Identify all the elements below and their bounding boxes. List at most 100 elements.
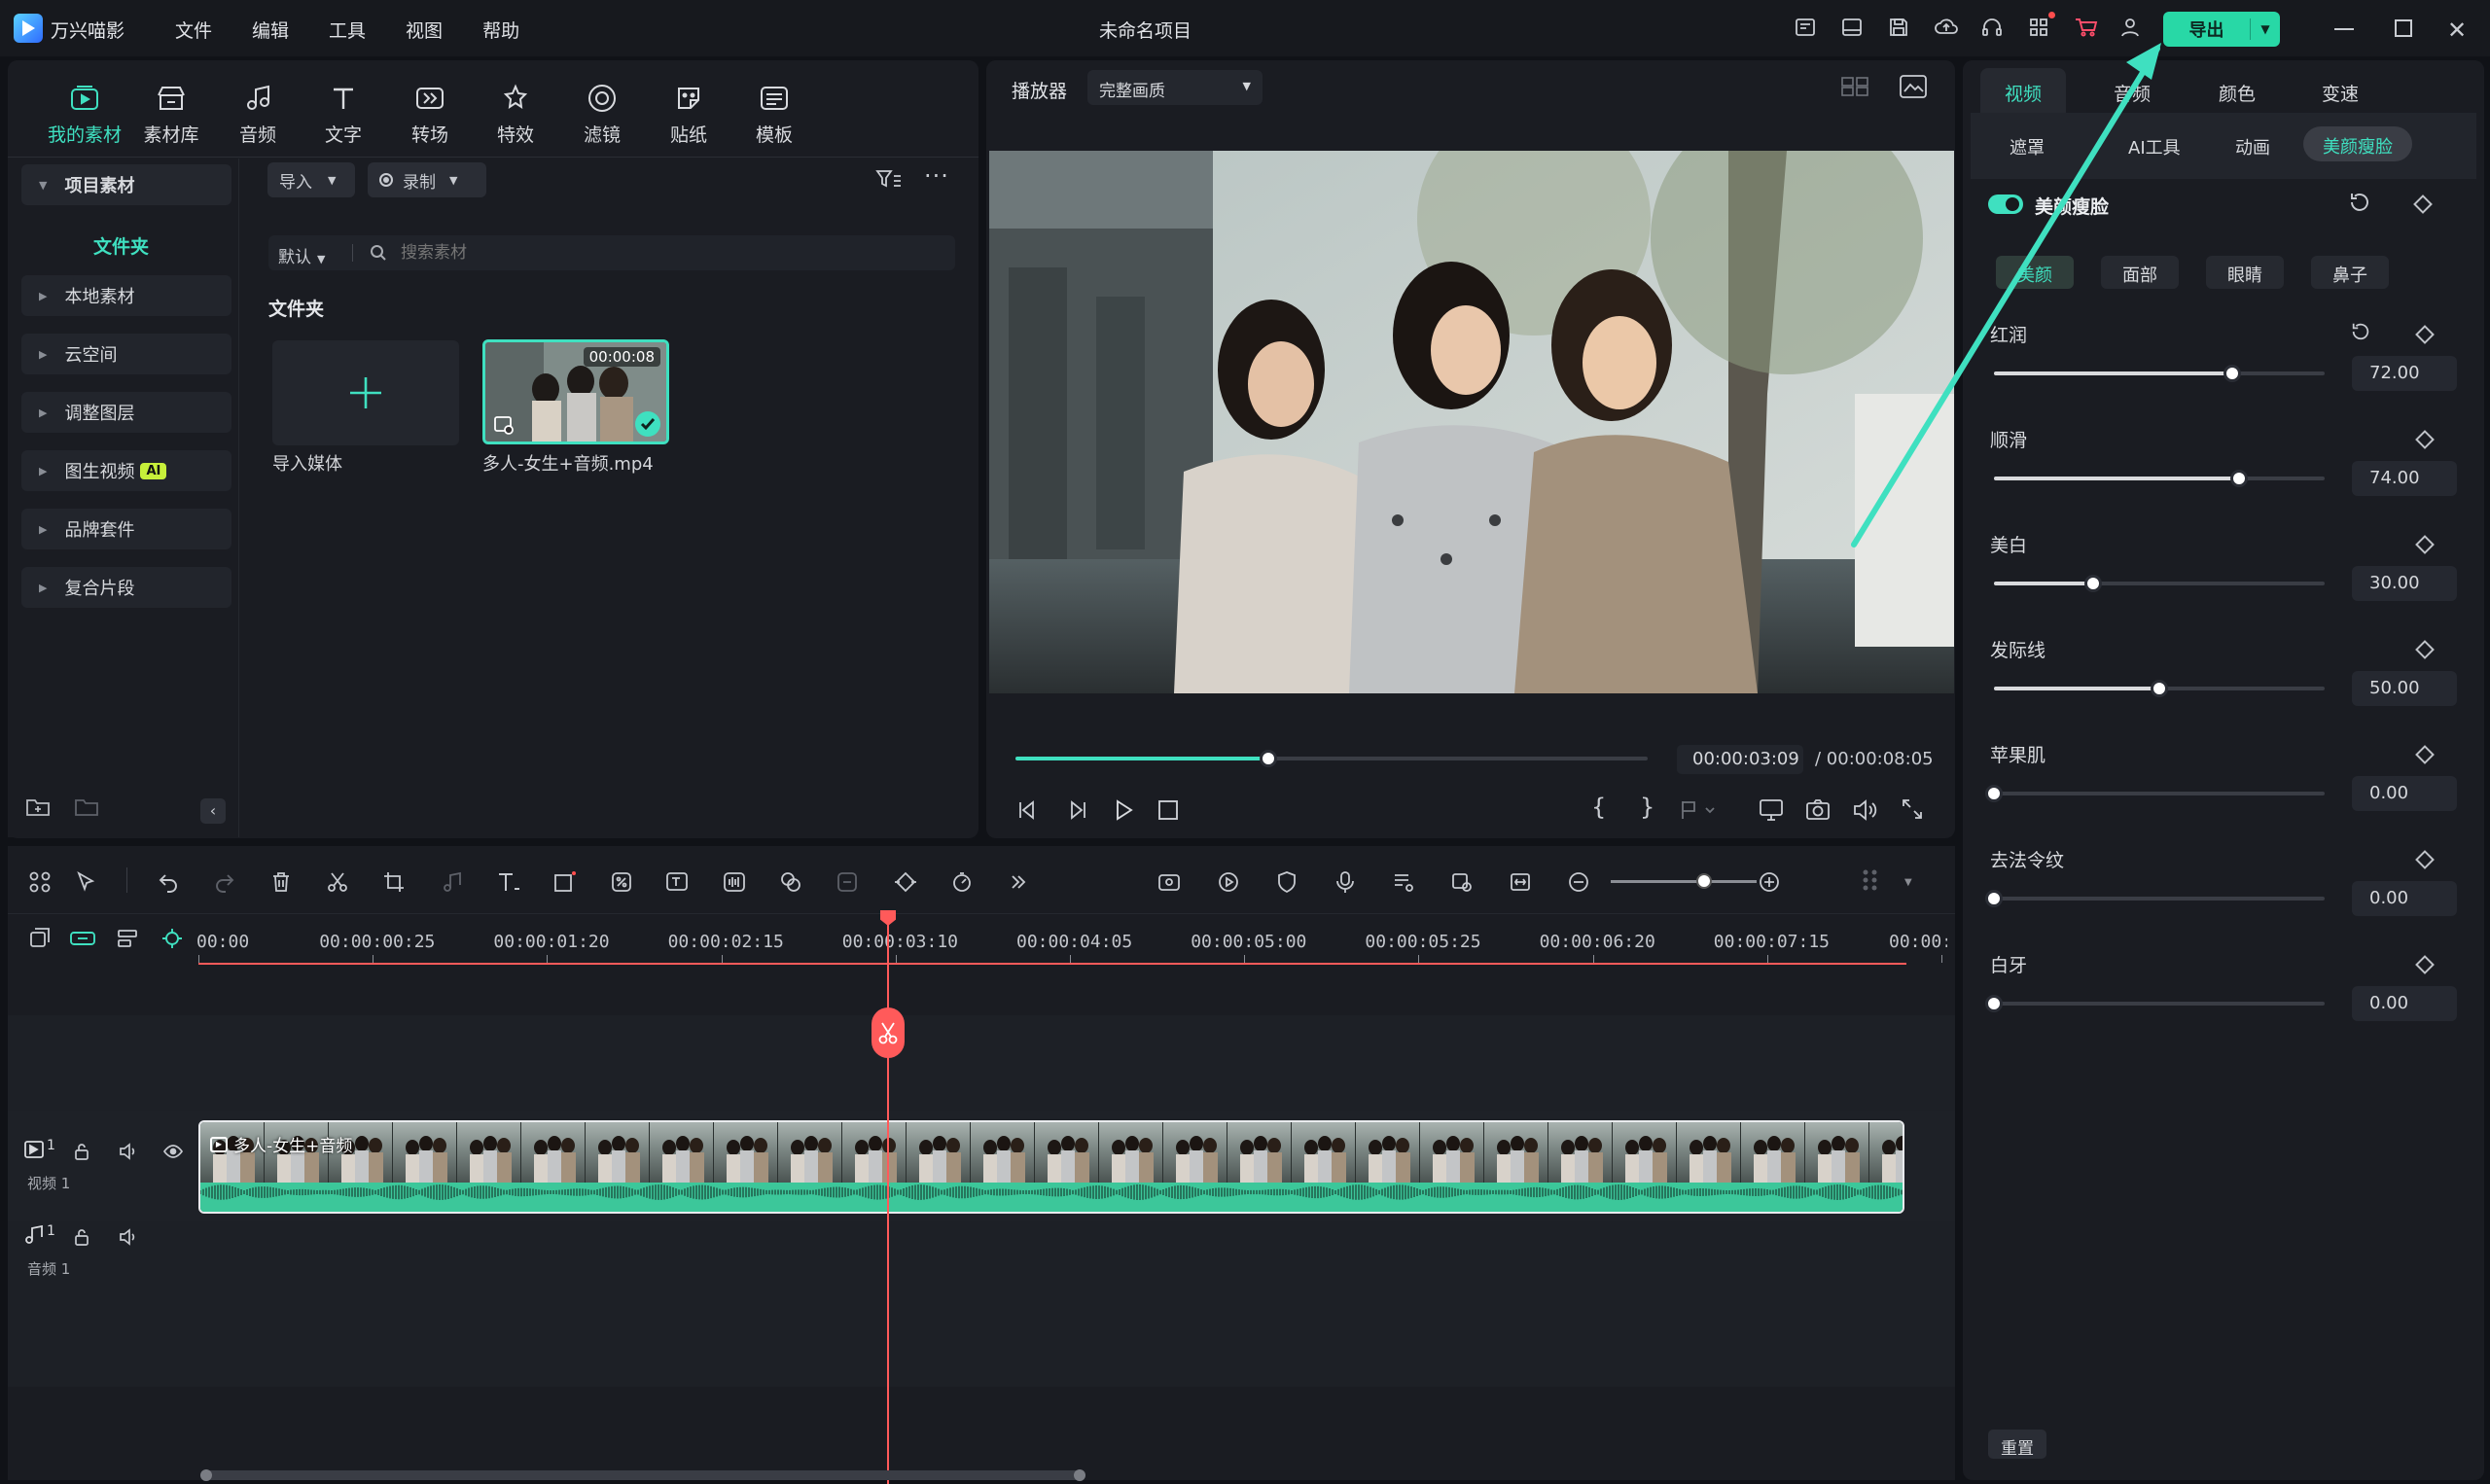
player-progress-handle[interactable] xyxy=(1260,750,1277,767)
param-value-input[interactable]: 0.00 xyxy=(2352,776,2457,811)
speed-icon[interactable] xyxy=(947,867,977,897)
menu-help[interactable]: 帮助 xyxy=(482,17,519,43)
sidebar-item-compound-clip[interactable]: ▶ 复合片段 xyxy=(21,567,231,608)
ai-render-icon[interactable] xyxy=(1156,867,1185,897)
audio-detach-icon[interactable] xyxy=(438,867,467,897)
keyframe-tool-icon[interactable] xyxy=(891,867,920,897)
mark-in-icon[interactable]: { xyxy=(1591,794,1606,821)
add-track-icon[interactable] xyxy=(25,924,54,953)
zoom-in-icon[interactable] xyxy=(1755,867,1784,897)
reset-param-icon[interactable] xyxy=(2350,321,2371,342)
delete-icon[interactable] xyxy=(267,867,296,897)
next-frame-icon[interactable] xyxy=(1064,797,1089,823)
sidebar-item-brand-kit[interactable]: ▶ 品牌套件 xyxy=(21,509,231,549)
chevron-down-icon[interactable]: ▼ xyxy=(1904,877,1912,888)
link-icon[interactable] xyxy=(68,924,97,953)
filter-sort-icon[interactable] xyxy=(875,167,903,191)
param-slider-handle[interactable] xyxy=(2223,365,2241,382)
tab-effects[interactable]: 特效 xyxy=(472,82,559,147)
track-manage-icon[interactable] xyxy=(113,924,142,953)
timeline-scrollbar[interactable] xyxy=(200,1469,1085,1481)
zoom-slider-handle[interactable] xyxy=(1696,873,1712,889)
sidebar-item-local-media[interactable]: ▶ 本地素材 xyxy=(21,275,231,316)
export-button[interactable]: 导出 ▼ xyxy=(2163,12,2280,47)
mute-icon[interactable] xyxy=(117,1225,140,1249)
split-scissors-icon[interactable] xyxy=(323,867,352,897)
param-slider[interactable] xyxy=(1985,995,2325,1012)
param-slider-handle[interactable] xyxy=(1985,890,2003,907)
render-preview-icon[interactable] xyxy=(1214,867,1243,897)
microphone-icon[interactable] xyxy=(1331,867,1360,897)
import-button[interactable]: 导入 ▼ xyxy=(267,162,355,197)
param-value-input[interactable]: 0.00 xyxy=(2352,986,2457,1021)
tab-my-media[interactable]: 我的素材 xyxy=(41,82,128,147)
ai-text-icon[interactable] xyxy=(663,867,693,897)
lock-icon[interactable] xyxy=(70,1140,93,1163)
select-tool-icon[interactable] xyxy=(72,867,101,897)
mute-icon[interactable] xyxy=(117,1140,140,1163)
audio-mixer-icon[interactable] xyxy=(1389,867,1418,897)
collapse-sidebar-button[interactable]: ‹ xyxy=(200,798,226,824)
shape-tool-icon[interactable] xyxy=(551,867,580,897)
sticker-tool-icon[interactable] xyxy=(833,867,862,897)
snap-magnet-icon[interactable] xyxy=(158,924,187,953)
param-slider-handle[interactable] xyxy=(2084,575,2102,592)
subtab-animation[interactable]: 动画 xyxy=(2235,134,2270,159)
tab-audio[interactable]: 音频 xyxy=(214,82,302,147)
camera-snapshot-icon[interactable] xyxy=(1805,797,1831,823)
marker-icon[interactable] xyxy=(1679,799,1718,821)
sidebar-item-cloud[interactable]: ▶ 云空间 xyxy=(21,334,231,374)
param-value-input[interactable]: 72.00 xyxy=(2352,356,2457,391)
crop-icon[interactable] xyxy=(379,867,409,897)
subtab-face-beauty[interactable]: 美颜瘦脸 xyxy=(2303,126,2412,161)
param-slider[interactable] xyxy=(1985,890,2325,907)
split-at-playhead-button[interactable] xyxy=(872,1007,905,1058)
tab-stock-library[interactable]: 素材库 xyxy=(127,82,215,147)
menu-file[interactable]: 文件 xyxy=(175,17,212,43)
param-slider-handle[interactable] xyxy=(1985,995,2003,1012)
tab-template[interactable]: 模板 xyxy=(730,82,818,147)
zoom-out-icon[interactable] xyxy=(1564,867,1593,897)
tab-text[interactable]: 文字 xyxy=(300,82,387,147)
replace-clip-icon[interactable] xyxy=(1447,867,1476,897)
track-layout-icon[interactable] xyxy=(1856,867,1885,897)
media-clip-thumbnail[interactable]: 00:00:08 xyxy=(482,339,669,444)
tab-transition[interactable]: 转场 xyxy=(386,82,474,147)
face-tab-nose[interactable]: 鼻子 xyxy=(2311,256,2389,289)
param-value-input[interactable]: 74.00 xyxy=(2352,461,2457,496)
param-slider-handle[interactable] xyxy=(1985,785,2003,802)
undo-icon[interactable] xyxy=(154,867,183,897)
zoom-slider[interactable] xyxy=(1611,873,1757,889)
minimize-icon[interactable] xyxy=(2334,28,2354,30)
video-preview[interactable] xyxy=(989,151,1954,693)
current-time[interactable]: 00:00:03:09 xyxy=(1677,745,1803,774)
param-slider[interactable] xyxy=(1994,680,2325,697)
menu-view[interactable]: 视图 xyxy=(406,17,443,43)
sidebar-item-image-to-video[interactable]: ▶ 图生视频 AI xyxy=(21,450,231,491)
param-slider-handle[interactable] xyxy=(2229,470,2248,487)
mask-tool-icon[interactable] xyxy=(776,867,805,897)
shield-icon[interactable] xyxy=(1272,867,1301,897)
export-dropdown-icon[interactable]: ▼ xyxy=(2251,22,2280,36)
import-media-tile[interactable] xyxy=(272,340,459,445)
player-progress-track[interactable] xyxy=(1015,750,1648,767)
param-value-input[interactable]: 0.00 xyxy=(2352,881,2457,916)
media-window-icon[interactable] xyxy=(1794,16,1817,39)
reset-button[interactable]: 重置 xyxy=(1988,1430,2046,1459)
tab-speed[interactable]: 变速 xyxy=(2297,80,2383,106)
param-value-input[interactable]: 30.00 xyxy=(2352,566,2457,601)
lock-icon[interactable] xyxy=(70,1225,93,1249)
tab-sticker[interactable]: 贴纸 xyxy=(645,82,732,147)
mark-out-icon[interactable]: } xyxy=(1640,794,1654,821)
layout-grid-icon[interactable] xyxy=(25,867,54,897)
previous-frame-icon[interactable] xyxy=(1015,797,1041,823)
search-input[interactable] xyxy=(401,239,907,266)
sort-dropdown[interactable]: 默认 ▼ xyxy=(278,243,325,267)
tab-color[interactable]: 颜色 xyxy=(2194,80,2280,106)
maximize-icon[interactable] xyxy=(2395,19,2412,37)
new-folder-icon[interactable] xyxy=(25,796,51,818)
menu-tools[interactable]: 工具 xyxy=(329,17,366,43)
quality-dropdown[interactable]: 完整画质 ▼ xyxy=(1087,70,1263,105)
param-slider[interactable] xyxy=(1985,785,2325,802)
display-icon[interactable] xyxy=(1759,797,1784,823)
